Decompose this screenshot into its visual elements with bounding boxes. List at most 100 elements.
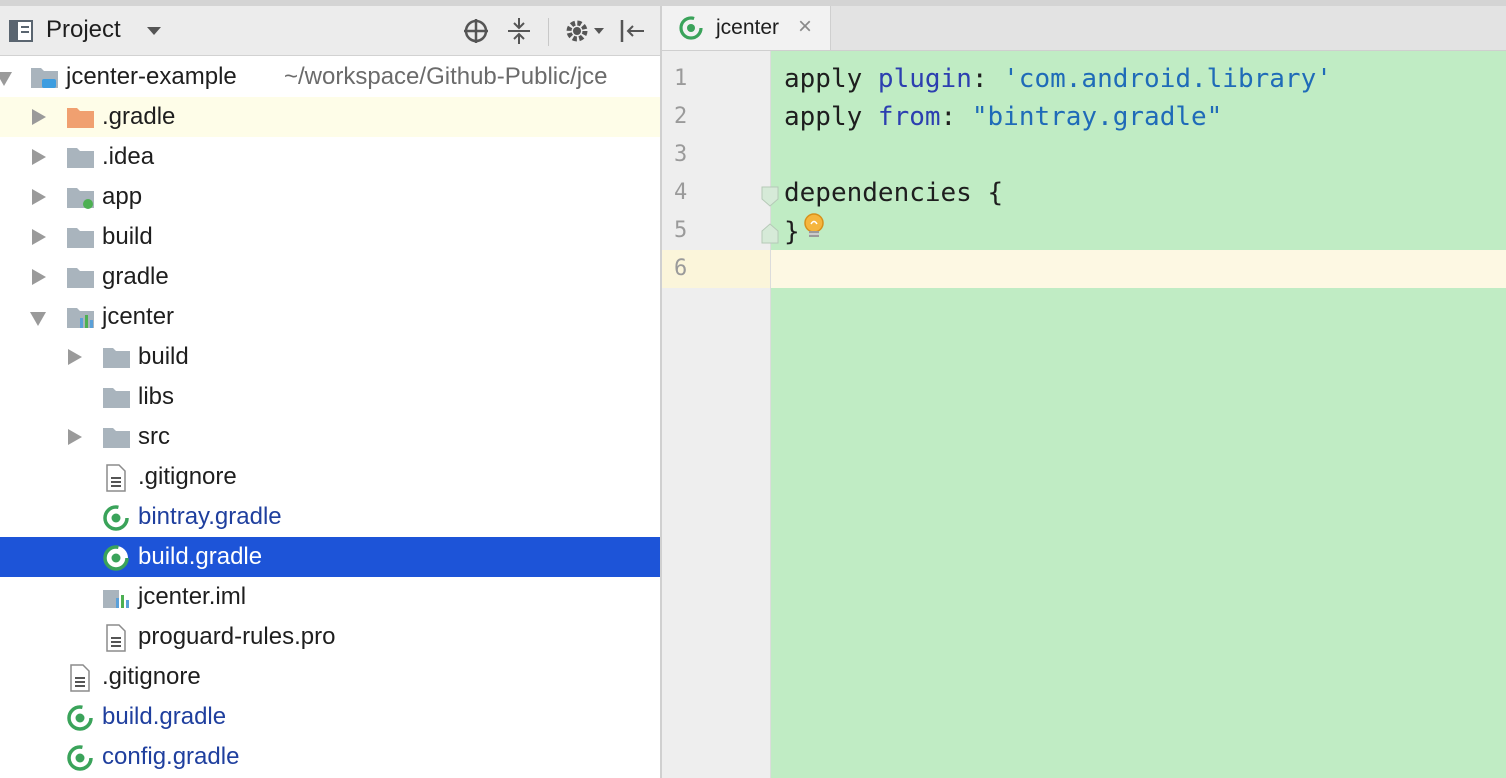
- code-line-2[interactable]: apply from: "bintray.gradle": [784, 98, 1222, 136]
- tree-item-label: app: [102, 183, 143, 210]
- tree-item-config-gradle[interactable]: config.gradle: [0, 737, 660, 777]
- tree-item-src[interactable]: src: [0, 417, 660, 457]
- collapse-arrow-icon[interactable]: [30, 312, 46, 326]
- line-number: 4: [674, 180, 688, 205]
- gradle-file-icon: [678, 15, 706, 46]
- tree-item-jcenter-build[interactable]: build: [0, 337, 660, 377]
- folder-icon: [66, 224, 96, 250]
- editor-panel: jcenter × 1 2 3 4 5 6 apply plugin: 'com…: [662, 6, 1506, 778]
- collapse-arrow-icon[interactable]: [0, 72, 12, 86]
- tree-root-jcenter-example[interactable]: jcenter-example ~/workspace/Github-Publi…: [0, 57, 660, 97]
- module-folder-icon: [30, 64, 60, 90]
- tree-item-label: gradle: [102, 263, 169, 290]
- fold-end-icon[interactable]: [760, 223, 780, 250]
- folder-icon: [102, 384, 132, 410]
- lightbulb-icon[interactable]: [802, 212, 826, 253]
- tree-item-label: bintray.gradle: [138, 503, 282, 530]
- tree-item-label: config.gradle: [102, 743, 240, 770]
- gradle-file-icon: [66, 704, 96, 731]
- code-line-1[interactable]: apply plugin: 'com.android.library': [784, 60, 1332, 98]
- gradle-file-icon: [102, 544, 132, 571]
- fold-start-icon[interactable]: [760, 185, 780, 212]
- ide-window: Project jcenter-example ~/workspace/Gith…: [0, 0, 1506, 778]
- expand-arrow-icon[interactable]: [68, 429, 82, 445]
- text-file-icon: [104, 624, 134, 652]
- app-module-folder-icon: [66, 184, 96, 210]
- expand-arrow-icon[interactable]: [32, 149, 46, 165]
- folder-icon: [102, 424, 132, 450]
- locate-icon[interactable]: [462, 17, 490, 45]
- tree-item-label: jcenter.iml: [138, 583, 247, 610]
- code-string: "bintray.gradle": [971, 102, 1223, 132]
- expand-arrow-icon[interactable]: [32, 229, 46, 245]
- editor-gutter: 1 2 3 4 5 6: [662, 51, 779, 778]
- expand-arrow-icon[interactable]: [32, 189, 46, 205]
- tree-item-root-build-gradle[interactable]: build.gradle: [0, 697, 660, 737]
- code-string: 'com.android.library': [1003, 64, 1332, 94]
- expand-arrow-icon[interactable]: [68, 349, 82, 365]
- line-number: 1: [674, 66, 688, 91]
- excluded-folder-icon: [66, 104, 96, 130]
- gradle-file-icon: [102, 504, 132, 531]
- tree-item-gitignore[interactable]: .gitignore: [0, 457, 660, 497]
- tree-item-jcenter-iml[interactable]: jcenter.iml: [0, 577, 660, 617]
- line-number: 6: [674, 256, 688, 281]
- tree-item-gradle[interactable]: gradle: [0, 257, 660, 297]
- folder-icon: [66, 144, 96, 170]
- expand-arrow-icon[interactable]: [32, 109, 46, 125]
- code-keyword: plugin: [877, 64, 972, 94]
- line-number: 3: [674, 142, 688, 167]
- tree-item-gradle-dir[interactable]: .gradle: [0, 97, 660, 137]
- tree-item-label: src: [138, 423, 170, 450]
- tree-item-label: proguard-rules.pro: [138, 623, 336, 650]
- code-token: apply: [784, 102, 878, 132]
- code-line-5[interactable]: }: [784, 212, 826, 253]
- header-separator: [548, 18, 549, 46]
- tree-item-label: .gradle: [102, 103, 176, 130]
- tree-item-bintray-gradle[interactable]: bintray.gradle: [0, 497, 660, 537]
- tree-item-label: build.gradle: [138, 543, 263, 570]
- tree-item-idea[interactable]: .idea: [0, 137, 660, 177]
- line-number: 5: [674, 218, 688, 243]
- tree-item-label: .gitignore: [102, 663, 201, 690]
- gear-icon[interactable]: [564, 18, 606, 44]
- hide-panel-icon[interactable]: [618, 18, 646, 44]
- tree-item-label: build: [138, 343, 189, 370]
- tree-item-jcenter[interactable]: jcenter: [0, 297, 660, 337]
- module-file-icon: [102, 584, 132, 610]
- tree-item-root-gitignore[interactable]: .gitignore: [0, 657, 660, 697]
- tree-item-build-gradle-selected[interactable]: build.gradle: [0, 537, 660, 577]
- tree-item-proguard-rules[interactable]: proguard-rules.pro: [0, 617, 660, 657]
- expand-arrow-icon[interactable]: [32, 269, 46, 285]
- project-panel: Project jcenter-example ~/workspace/Gith…: [0, 6, 660, 778]
- tree-item-build[interactable]: build: [0, 217, 660, 257]
- folder-icon: [102, 344, 132, 370]
- close-icon[interactable]: ×: [798, 13, 812, 41]
- tree-item-label: .gitignore: [138, 463, 237, 490]
- tree-item-label: jcenter: [102, 303, 175, 330]
- tree-item-label: libs: [138, 383, 175, 410]
- code-keyword: from: [877, 102, 941, 132]
- tree-item-label: build.gradle: [102, 703, 227, 730]
- code-token: :: [971, 64, 1004, 94]
- collapse-all-icon[interactable]: [506, 17, 532, 45]
- dropdown-arrow-icon[interactable]: [146, 26, 162, 36]
- project-panel-title[interactable]: Project: [46, 16, 121, 44]
- tree-item-app[interactable]: app: [0, 177, 660, 217]
- editor-tab-jcenter[interactable]: jcenter ×: [662, 6, 831, 50]
- editor-tab-label: jcenter: [716, 16, 780, 39]
- editor-tab-bar: jcenter ×: [662, 6, 1506, 51]
- current-line-highlight: [662, 250, 1506, 288]
- project-panel-header: Project: [0, 6, 660, 56]
- gradle-file-icon: [66, 744, 96, 771]
- line-number: 2: [674, 104, 688, 129]
- tree-item-libs[interactable]: libs: [0, 377, 660, 417]
- tree-root-label: jcenter-example: [66, 63, 237, 90]
- project-view-icon[interactable]: [8, 19, 36, 43]
- tree-item-label: build: [102, 223, 153, 250]
- code-token: apply: [784, 64, 878, 94]
- code-line-4[interactable]: dependencies {: [784, 174, 1003, 212]
- folder-icon: [66, 264, 96, 290]
- library-module-folder-icon: [66, 304, 96, 330]
- code-token: }: [784, 217, 800, 247]
